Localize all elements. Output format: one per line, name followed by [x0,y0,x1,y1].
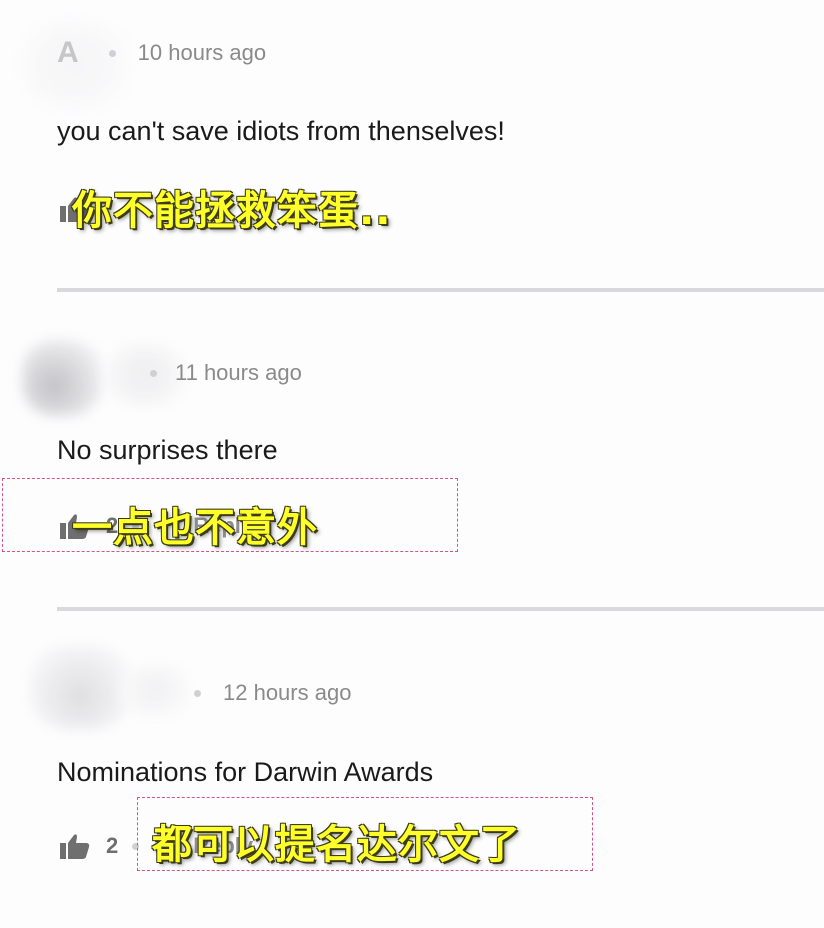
divider [57,607,824,611]
like-count: 2 [106,833,119,858]
timestamp[interactable]: 10 hours ago [138,40,266,66]
avatar[interactable] [30,645,130,730]
divider [57,288,824,292]
author-initial[interactable]: A [57,36,79,70]
caption-translation: 你不能拯救笨蛋.. [72,188,392,234]
thumbs-up-icon[interactable] [60,833,90,859]
comment-meta: A 10 hours ago [57,36,266,70]
timestamp[interactable]: 12 hours ago [223,680,351,706]
separator-dot [194,689,201,697]
comment-text: No surprises there [57,435,278,465]
comment-text: Nominations for Darwin Awards [57,757,434,787]
separator-dot [150,369,157,377]
avatar[interactable] [22,340,102,416]
caption-translation: 一点也不意外 [72,505,318,551]
comment-meta: 11 hours ago [150,360,302,386]
comment-text: you can't save idiots from thenselves! [57,116,505,146]
caption-translation: 都可以提名达尔文了 [152,822,521,868]
separator-dot [108,49,116,57]
timestamp[interactable]: 11 hours ago [175,360,302,386]
comment-meta: 12 hours ago [194,680,351,706]
username-blur [120,665,190,715]
